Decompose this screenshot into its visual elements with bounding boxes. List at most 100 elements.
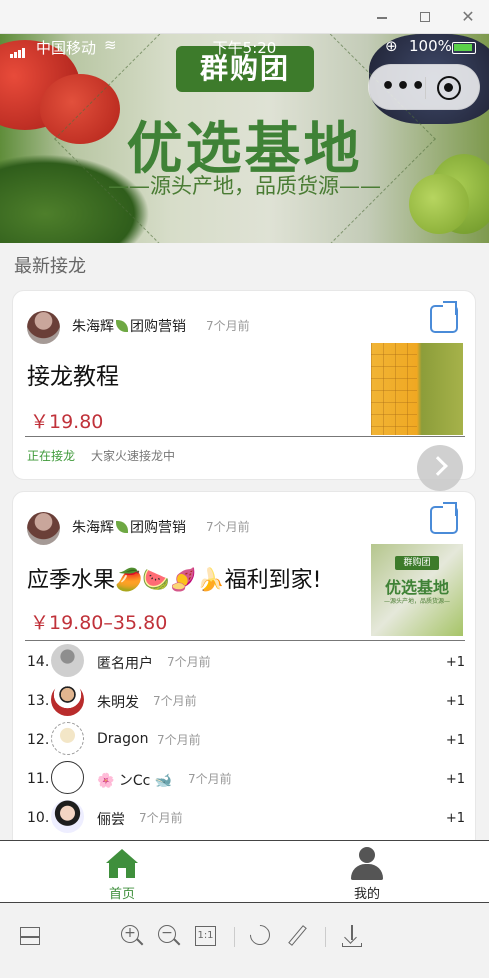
- share-button[interactable]: [430, 301, 458, 333]
- entry-quantity: +1: [445, 733, 465, 748]
- group-buy-card[interactable]: 朱海辉 团购营销 7个月前 接龙教程 ￥19.80 正在接龙 大家火速接龙中: [12, 290, 476, 480]
- card-divider: [25, 640, 465, 641]
- zoom-out-button[interactable]: −: [158, 925, 182, 949]
- mango-thumbnail: [371, 343, 463, 435]
- entry-quantity: +1: [445, 694, 465, 709]
- thumbnail-slogan: —源头产地，品质货源—: [383, 598, 450, 605]
- actual-size-icon: 1:1: [195, 926, 216, 946]
- target-icon: [444, 83, 453, 92]
- leaf-icon: [116, 320, 128, 332]
- rotate-icon: [245, 920, 275, 950]
- list-item[interactable]: 14. 匿名用户 7个月前 +1: [13, 644, 475, 682]
- entry-time: 7个月前: [157, 733, 201, 747]
- entry-index: 13.: [27, 693, 50, 709]
- location-icon: ⊕: [385, 37, 398, 55]
- minimize-button[interactable]: [371, 6, 393, 28]
- post-time: 7个月前: [206, 319, 250, 333]
- entry-quantity: +1: [445, 772, 465, 787]
- entry-index: 10.: [27, 810, 50, 826]
- poster-name: 朱海辉 团购营销: [72, 520, 186, 536]
- pencil-icon: [288, 925, 307, 946]
- avatar: [51, 722, 84, 755]
- home-icon: [106, 849, 138, 879]
- group-buy-card[interactable]: 朱海辉 团购营销 7个月前 应季水果🥭🍉🍠🍌福利到家! ￥19.80–35.80 …: [12, 491, 476, 851]
- share-icon: [443, 301, 457, 315]
- phone-status-bar: 中国移动 ≋ 下午5:20 ⊕ 100%: [0, 34, 489, 60]
- window-titlebar: ✕: [0, 0, 489, 34]
- toolbar-divider: [325, 927, 326, 947]
- miniprogram-capsule: •••: [368, 64, 480, 110]
- card-divider: [25, 436, 465, 437]
- share-icon: [443, 502, 457, 516]
- tab-mine-label: 我的: [353, 887, 380, 902]
- download-button[interactable]: [342, 925, 366, 949]
- status-badge: 正在接龙: [27, 449, 76, 463]
- entry-time: 7个月前: [167, 655, 211, 669]
- maximize-icon: [420, 12, 430, 22]
- exit-miniprogram-button[interactable]: [437, 76, 461, 100]
- user-icon: [350, 847, 384, 881]
- tab-mine[interactable]: 我的: [245, 841, 489, 903]
- zoom-in-icon: +: [121, 925, 139, 943]
- avatar: [51, 800, 84, 833]
- layout-icon: [20, 927, 40, 945]
- download-icon: [351, 925, 353, 940]
- list-item[interactable]: 13. 朱明发 7个月前 +1: [13, 683, 475, 721]
- tab-home-label: 首页: [108, 887, 135, 902]
- avatar: [51, 644, 84, 677]
- list-item[interactable]: 11. 🌸 ンCc 🐋 7个月前 +1: [13, 761, 475, 799]
- thumbnail-badge: 群购团: [395, 556, 439, 570]
- leaf-icon: [116, 521, 128, 533]
- entry-time: 7个月前: [139, 811, 183, 825]
- zoom-in-button[interactable]: +: [121, 925, 145, 949]
- card-title: 应季水果🥭🍉🍠🍌福利到家!: [27, 568, 322, 593]
- battery-icon: [452, 42, 476, 54]
- edit-button[interactable]: [287, 925, 311, 949]
- close-window-button[interactable]: ✕: [457, 6, 479, 28]
- entry-index: 12.: [27, 732, 50, 748]
- entry-index: 11.: [27, 771, 50, 787]
- poster-avatar: [27, 512, 60, 545]
- share-button[interactable]: [430, 502, 458, 534]
- entry-quantity: +1: [445, 655, 465, 670]
- entry-time: 7个月前: [188, 772, 232, 786]
- poster-name: 朱海辉 团购营销: [72, 319, 186, 335]
- card-price: ￥19.80: [30, 411, 104, 433]
- minimize-icon: [377, 17, 387, 19]
- status-subtext: 大家火速接龙中: [91, 449, 176, 463]
- bottom-tab-bar: 首页 我的: [0, 840, 489, 903]
- entry-name: Dragon: [97, 731, 149, 747]
- tab-home[interactable]: 首页: [0, 841, 244, 903]
- layout-button[interactable]: [20, 925, 44, 949]
- list-item[interactable]: 12. Dragon 7个月前 +1: [13, 722, 475, 760]
- entry-quantity: +1: [445, 811, 465, 826]
- rotate-button[interactable]: [245, 920, 275, 950]
- list-item[interactable]: 10. 俪尝 7个月前 +1: [13, 800, 475, 838]
- entry-name: 🌸 ンCc 🐋: [97, 773, 173, 789]
- viewer-toolbar: + − 1:1: [0, 903, 489, 978]
- section-title: 最新接龙: [14, 256, 86, 277]
- card-title: 接龙教程: [27, 364, 119, 390]
- entry-index: 14.: [27, 654, 50, 670]
- entry-time: 7个月前: [153, 694, 197, 708]
- battery-percent: 100%: [409, 37, 452, 55]
- maximize-button[interactable]: [414, 6, 436, 28]
- capsule-divider: [425, 77, 426, 99]
- avatar: [51, 683, 84, 716]
- chevron-right-icon: [428, 456, 448, 476]
- zoom-out-icon: −: [158, 925, 176, 943]
- thumbnail-headline: 优选基地: [384, 578, 449, 597]
- card-price: ￥19.80–35.80: [30, 612, 168, 634]
- post-time: 7个月前: [206, 520, 250, 534]
- actual-size-button[interactable]: 1:1: [195, 925, 219, 949]
- entry-name: 俪尝: [97, 812, 125, 828]
- poster-avatar: [27, 311, 60, 344]
- entry-name: 匿名用户: [97, 656, 153, 672]
- poster-thumbnail: 群购团 优选基地 —源头产地，品质货源—: [371, 544, 463, 636]
- entry-name: 朱明发: [97, 695, 139, 711]
- avatar: [51, 761, 84, 794]
- banner-slogan: ——源头产地，品质货源——: [108, 174, 381, 198]
- next-button[interactable]: [417, 445, 463, 491]
- more-options-button[interactable]: •••: [381, 65, 425, 111]
- toolbar-divider: [234, 927, 235, 947]
